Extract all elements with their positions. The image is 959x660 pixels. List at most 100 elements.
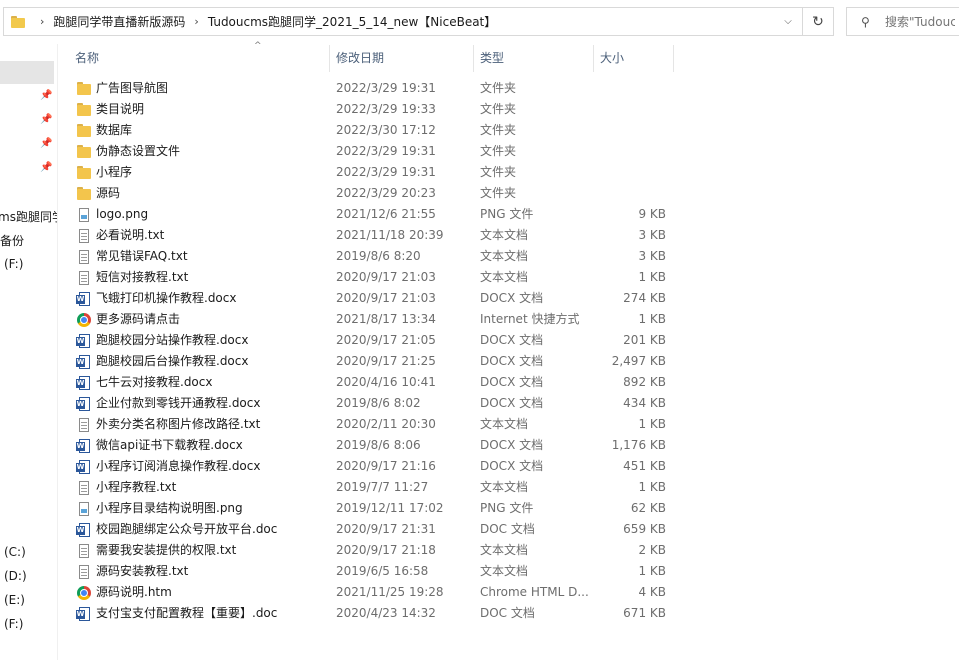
chevron-right-icon[interactable]: › (40, 15, 44, 28)
file-row[interactable]: 常见错误FAQ.txt 2019/8/6 8:20 文本文档 3 KB (72, 246, 672, 267)
file-row[interactable]: 伪静态设置文件 2022/3/29 19:31 文件夹 (72, 141, 672, 162)
nav-item-drive-c[interactable]: (C:) (4, 545, 26, 559)
column-header-size[interactable]: 大小 (594, 45, 673, 72)
column-divider[interactable] (673, 45, 674, 72)
file-size: 9 KB (638, 207, 666, 221)
file-name: 支付宝支付配置教程【重要】.doc (96, 606, 278, 620)
file-row[interactable]: 企业付款到零钱开通教程.docx 2019/8/6 8:02 DOCX 文档 434 … (72, 393, 672, 414)
nav-item-drive-f[interactable]: (F:) (4, 257, 23, 271)
file-row[interactable]: 小程序目录结构说明图.png 2019/12/11 17:02 PNG 文件 62 K… (72, 498, 672, 519)
file-date: 2019/6/5 16:58 (336, 564, 429, 578)
file-name: 广告图导航图 (96, 81, 169, 95)
file-date: 2020/4/23 14:32 (336, 606, 436, 620)
text-document-icon (76, 249, 92, 265)
file-type: 文件夹 (480, 81, 517, 95)
text-document-icon (76, 270, 92, 286)
word-document-icon (76, 606, 92, 622)
file-date: 2022/3/29 20:23 (336, 186, 436, 200)
file-name: 更多源码请点击 (96, 312, 181, 326)
file-size: 3 KB (638, 228, 666, 242)
file-name: 跑腿校园分站操作教程.docx (96, 333, 249, 347)
file-row[interactable]: 支付宝支付配置教程【重要】.doc 2020/4/23 14:32 DOC 文档 67… (72, 603, 672, 624)
file-size: 1,176 KB (611, 438, 666, 452)
chevron-down-icon[interactable]: ⌵ (773, 8, 802, 35)
nav-selected-item[interactable] (0, 61, 54, 84)
word-document-icon (76, 438, 92, 454)
breadcrumb-current[interactable]: Tudoucms跑腿同学_2021_5_14_new【NiceBeat】 (208, 13, 496, 30)
file-size: 892 KB (623, 375, 666, 389)
file-row[interactable]: 源码 2022/3/29 20:23 文件夹 (72, 183, 672, 204)
nav-item-drive-e[interactable]: (E:) (4, 593, 25, 607)
file-date: 2019/8/6 8:20 (336, 249, 421, 263)
word-document-icon (76, 375, 92, 391)
file-row[interactable]: 数据库 2022/3/30 17:12 文件夹 (72, 120, 672, 141)
file-type: 文本文档 (480, 480, 529, 494)
file-name: 企业付款到零钱开通教程.docx (96, 396, 261, 410)
file-row[interactable]: 飞蛾打印机操作教程.docx 2020/9/17 21:03 DOCX 文档 274 … (72, 288, 672, 309)
file-row[interactable]: 需要我安装提供的权限.txt 2020/9/17 21:18 文本文档 2 KB (72, 540, 672, 561)
file-row[interactable]: 七牛云对接教程.docx 2020/4/16 10:41 DOCX 文档 892 KB (72, 372, 672, 393)
file-type: DOCX 文档 (480, 459, 544, 473)
folder-icon (76, 123, 92, 139)
address-bar[interactable]: › 跑腿同学带直播新版源码 › Tudoucms跑腿同学_2021_5_14_n… (3, 7, 803, 36)
file-date: 2022/3/29 19:33 (336, 102, 436, 116)
file-row[interactable]: 跑腿校园分站操作教程.docx 2020/9/17 21:05 DOCX 文档 201… (72, 330, 672, 351)
file-date: 2021/8/17 13:34 (336, 312, 436, 326)
file-date: 2019/7/7 11:27 (336, 480, 429, 494)
search-box[interactable]: ⚲ (846, 7, 959, 36)
file-row[interactable]: 小程序教程.txt 2019/7/7 11:27 文本文档 1 KB (72, 477, 672, 498)
file-size: 4 KB (638, 585, 666, 599)
file-row[interactable]: logo.png 2021/12/6 21:55 PNG 文件 9 KB (72, 204, 672, 225)
file-name: 伪静态设置文件 (96, 144, 181, 158)
file-row[interactable]: 外卖分类名称图片修改路径.txt 2020/2/11 20:30 文本文档 1 KB (72, 414, 672, 435)
folder-icon (76, 165, 92, 181)
pin-icon[interactable]: 📌 (40, 114, 52, 126)
nav-item-backup[interactable]: 备份 (0, 232, 24, 249)
file-row[interactable]: 短信对接教程.txt 2020/9/17 21:03 文本文档 1 KB (72, 267, 672, 288)
file-row[interactable]: 源码安装教程.txt 2019/6/5 16:58 文本文档 1 KB (72, 561, 672, 582)
nav-item-quick-access[interactable]: ms跑腿同学 (0, 208, 57, 225)
search-input[interactable] (885, 14, 955, 29)
pin-icon[interactable]: 📌 (40, 90, 52, 102)
file-type: DOCX 文档 (480, 354, 544, 368)
chevron-right-icon[interactable]: › (194, 15, 198, 28)
file-row[interactable]: 必看说明.txt 2021/11/18 20:39 文本文档 3 KB (72, 225, 672, 246)
file-row[interactable]: 源码说明.htm 2021/11/25 19:28 Chrome HTML D...… (72, 582, 672, 603)
file-type: 文件夹 (480, 123, 517, 137)
file-size: 1 KB (638, 270, 666, 284)
file-size: 274 KB (623, 291, 666, 305)
file-row[interactable]: 校园跑腿绑定公众号开放平台.doc 2020/9/17 21:31 DOC 文档 65… (72, 519, 672, 540)
file-date: 2020/9/17 21:05 (336, 333, 436, 347)
file-date: 2020/4/16 10:41 (336, 375, 436, 389)
file-row[interactable]: 跑腿校园后台操作教程.docx 2020/9/17 21:25 DOCX 文档 2,4… (72, 351, 672, 372)
pin-icon[interactable]: 📌 (40, 162, 52, 174)
file-type: Internet 快捷方式 (480, 312, 580, 326)
file-date: 2020/9/17 21:18 (336, 543, 436, 557)
file-row[interactable]: 更多源码请点击 2021/8/17 13:34 Internet 快捷方式 1 KB (72, 309, 672, 330)
navigation-pane: 📌 📌 📌 📌 ms跑腿同学 备份 (F:) (C:) (D:) (E:) (F… (0, 44, 58, 660)
word-document-icon (76, 291, 92, 307)
file-date: 2020/9/17 21:31 (336, 522, 436, 536)
file-date: 2022/3/29 19:31 (336, 165, 436, 179)
file-type: 文本文档 (480, 249, 529, 263)
column-header-type[interactable]: 类型 (474, 45, 593, 72)
nav-item-drive-f[interactable]: (F:) (4, 617, 23, 631)
file-type: 文本文档 (480, 270, 529, 284)
file-row[interactable]: 微信api证书下载教程.docx 2019/8/6 8:06 DOCX 文档 1,17… (72, 435, 672, 456)
image-file-icon (76, 207, 92, 223)
file-size: 1 KB (638, 480, 666, 494)
file-row[interactable]: 广告图导航图 2022/3/29 19:31 文件夹 (72, 78, 672, 99)
refresh-button[interactable]: ↻ (803, 7, 834, 36)
file-name: 短信对接教程.txt (96, 270, 189, 284)
file-type: PNG 文件 (480, 207, 534, 221)
breadcrumb-parent[interactable]: 跑腿同学带直播新版源码 (53, 13, 185, 30)
file-name: 微信api证书下载教程.docx (96, 438, 243, 452)
pin-icon[interactable]: 📌 (40, 138, 52, 150)
file-row[interactable]: 类目说明 2022/3/29 19:33 文件夹 (72, 99, 672, 120)
file-row[interactable]: 小程序订阅消息操作教程.docx 2020/9/17 21:16 DOCX 文档 45… (72, 456, 672, 477)
file-row[interactable]: 小程序 2022/3/29 19:31 文件夹 (72, 162, 672, 183)
column-header-name[interactable]: 名称 (69, 45, 329, 72)
nav-item-drive-d[interactable]: (D:) (4, 569, 27, 583)
column-header-date[interactable]: 修改日期 (330, 45, 473, 72)
file-date: 2020/9/17 21:03 (336, 291, 436, 305)
